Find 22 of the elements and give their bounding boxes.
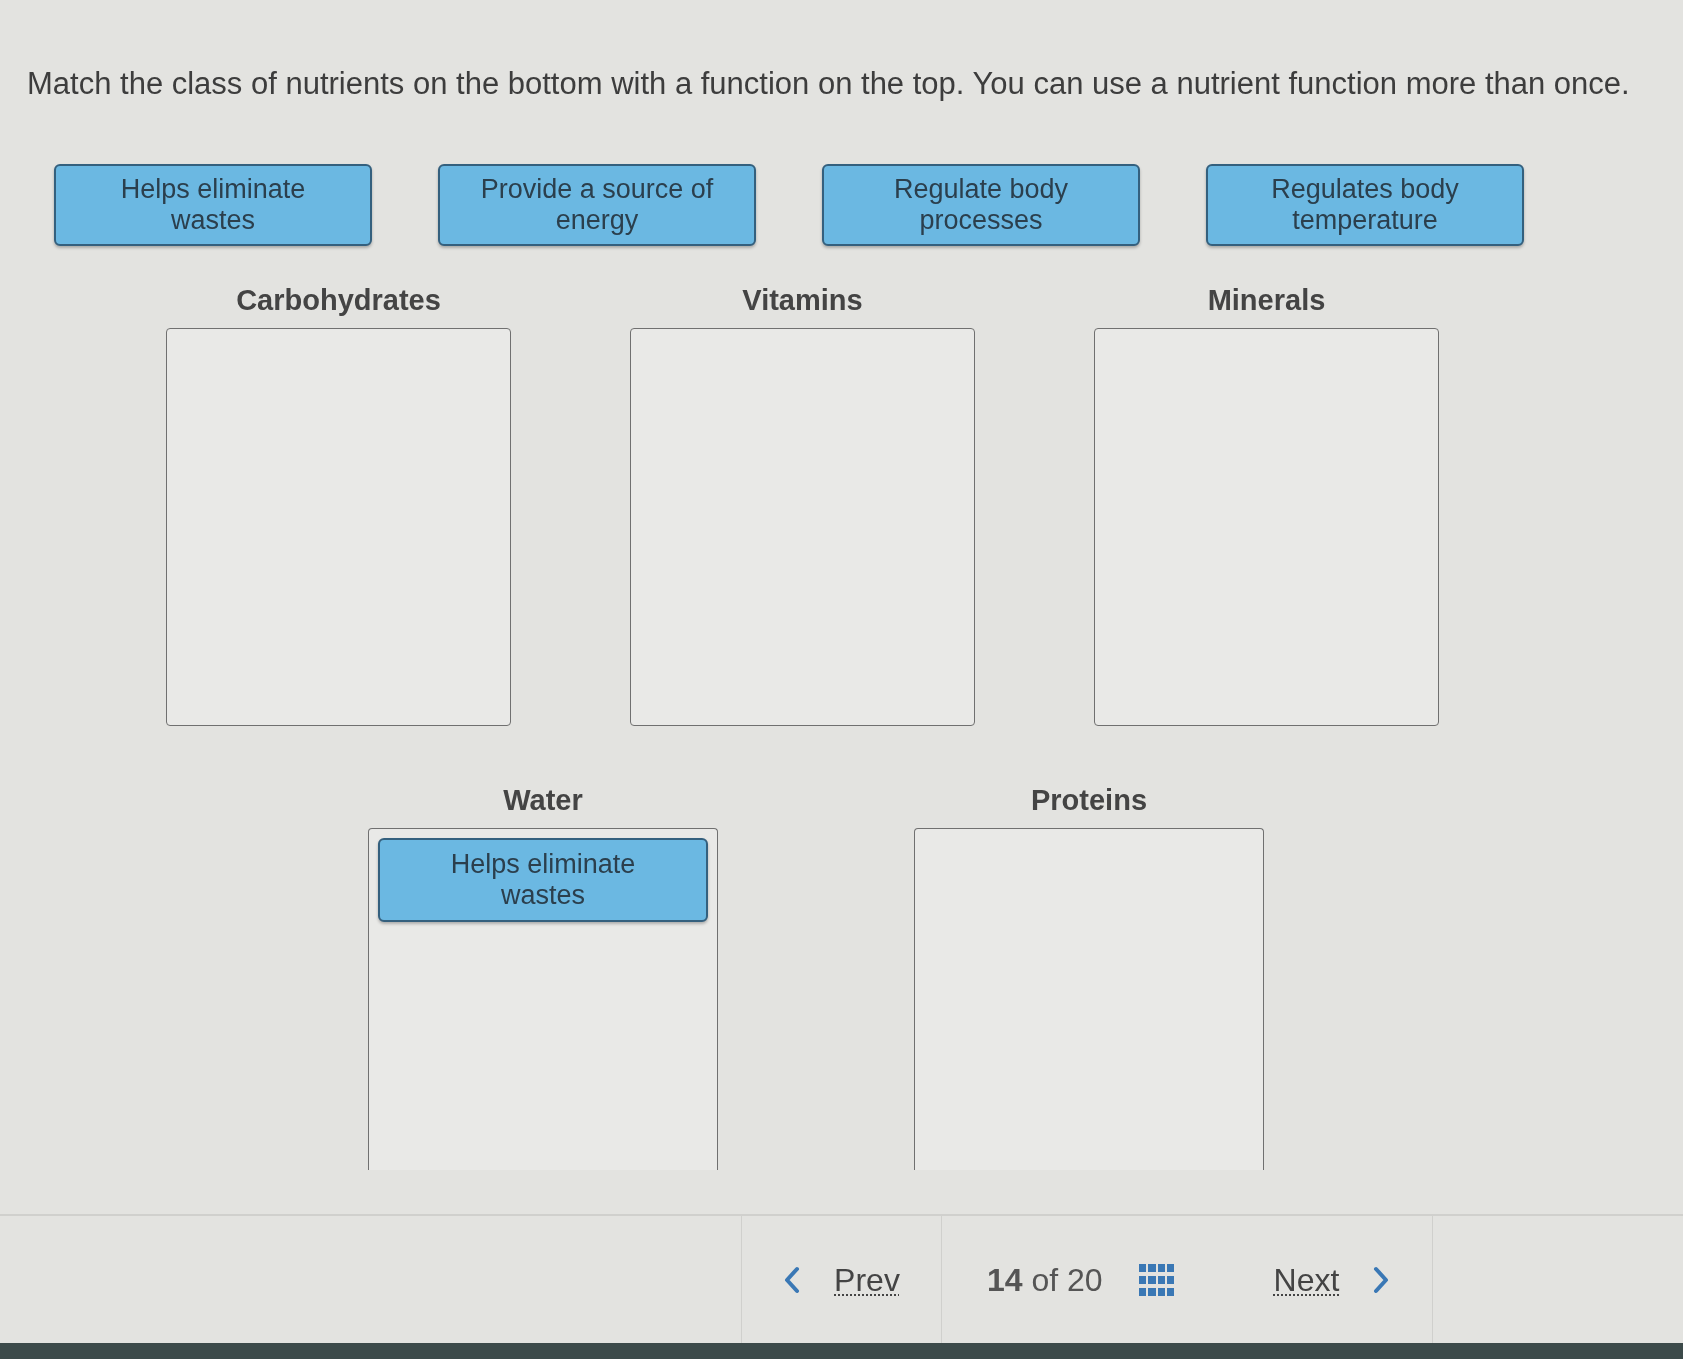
answer-chip[interactable]: Provide a source of energy — [438, 164, 756, 246]
instruction-text: Match the class of nutrients on the bottom with a function on the top. You can use a nutrient function more than once. — [27, 65, 1630, 103]
category-label: Proteins — [1031, 784, 1147, 816]
chevron-right-icon — [1373, 1265, 1391, 1294]
drop-zone[interactable] — [630, 328, 975, 726]
drop-zone[interactable]: Helps eliminate wastes — [368, 828, 718, 1170]
drop-zone[interactable] — [166, 328, 511, 726]
grid-icon[interactable] — [1138, 1263, 1174, 1296]
drop-zone[interactable] — [1094, 328, 1439, 726]
answer-chip[interactable]: Regulate body processes — [822, 164, 1140, 246]
prev-button[interactable]: Prev — [783, 1260, 900, 1299]
chevron-left-icon — [783, 1265, 801, 1294]
category-label: Water — [503, 784, 583, 816]
category-label: Minerals — [1207, 284, 1326, 316]
next-button[interactable]: Next — [1273, 1260, 1391, 1299]
question-position: 14 of 20 — [987, 1260, 1103, 1299]
answer-chip[interactable]: Helps eliminate wastes — [54, 164, 372, 246]
category-label: Carbohydrates — [236, 284, 441, 316]
category-label: Vitamins — [742, 284, 863, 316]
answer-chip[interactable]: Helps eliminate wastes — [378, 838, 708, 922]
drop-zone[interactable] — [914, 828, 1264, 1170]
answer-chip[interactable]: Regulates body temperature — [1206, 164, 1524, 246]
